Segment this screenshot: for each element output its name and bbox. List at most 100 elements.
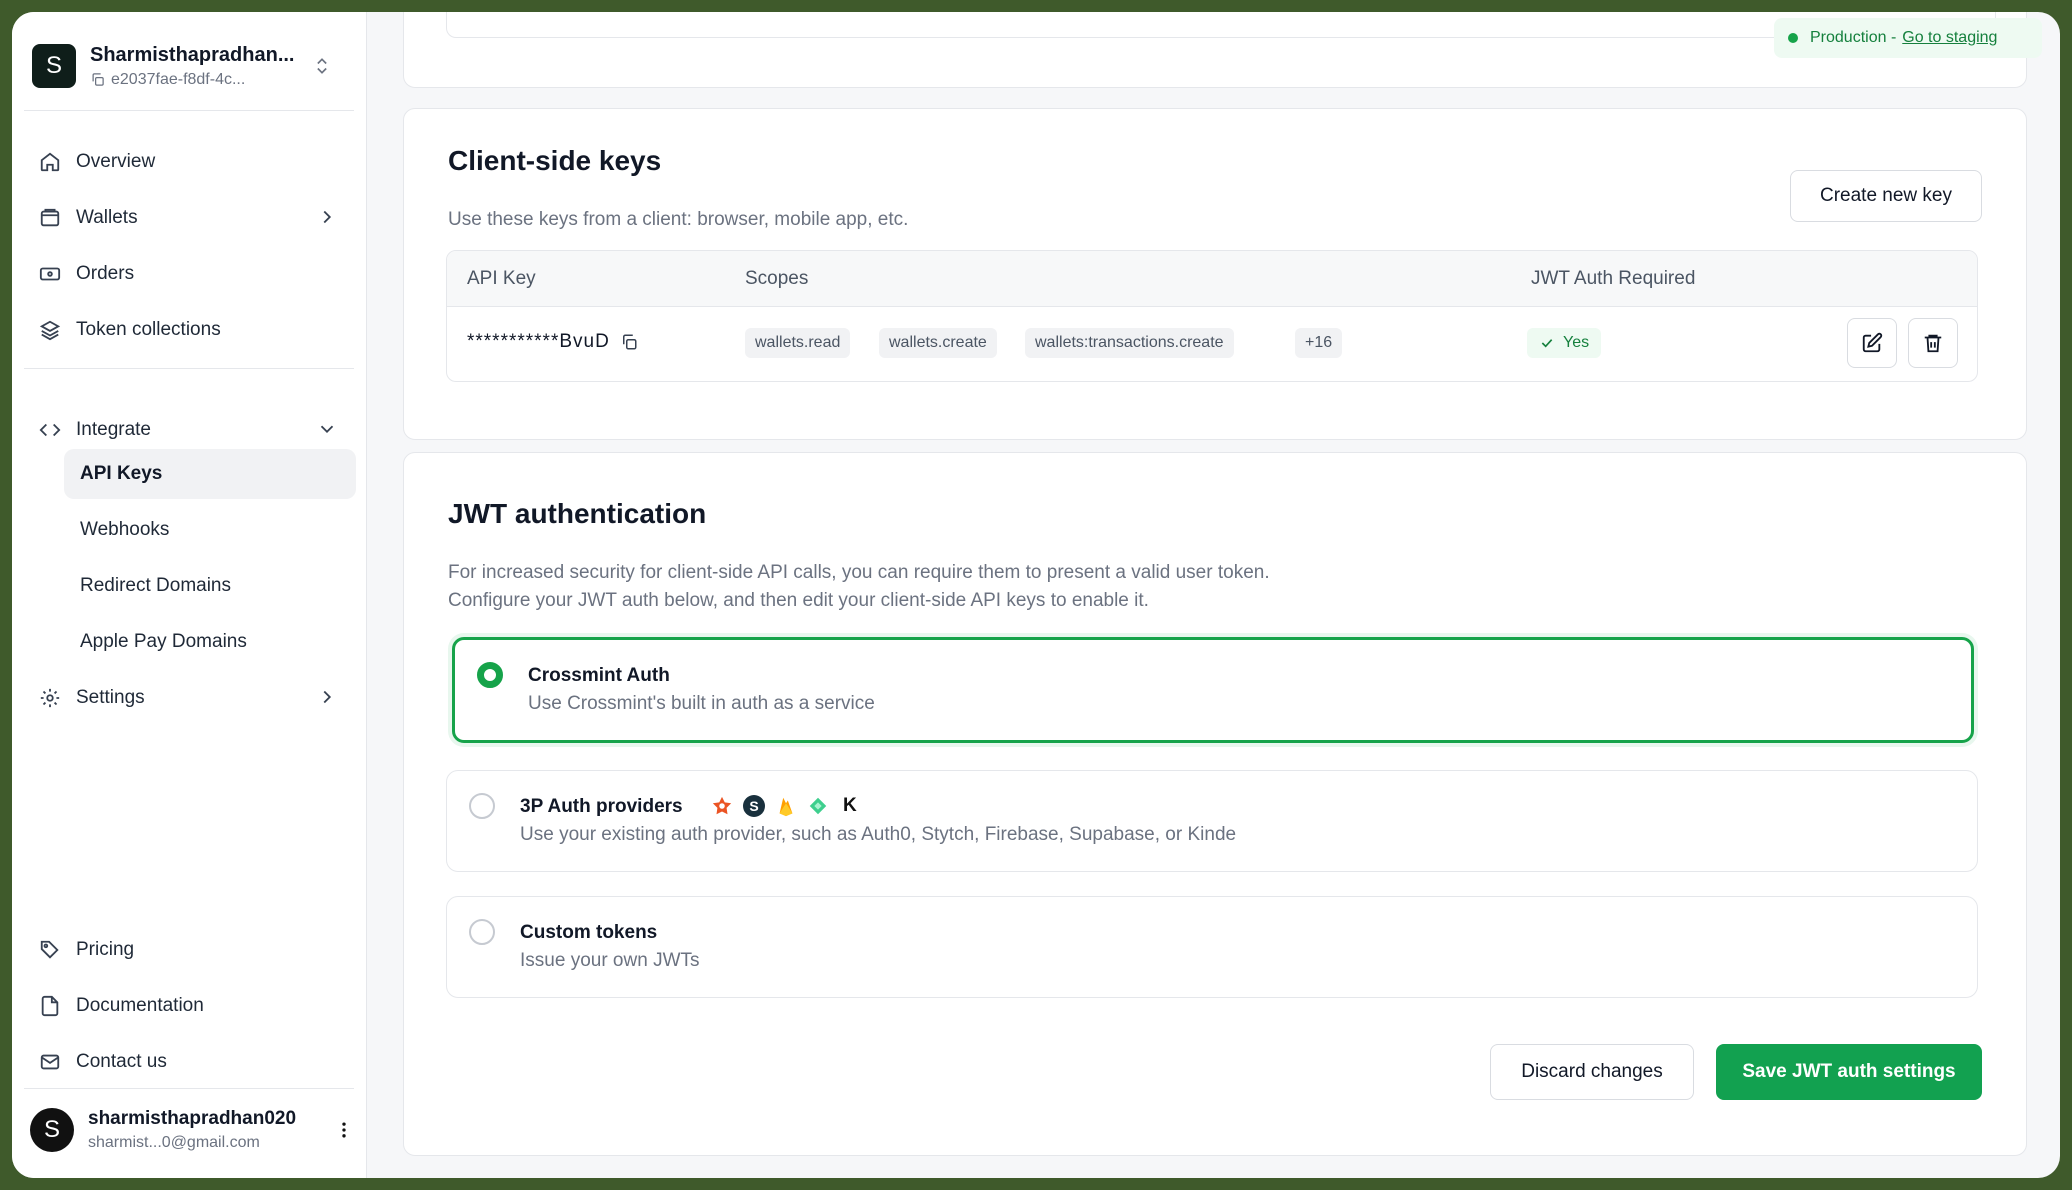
- auth-option-custom-tokens[interactable]: Custom tokens Issue your own JWTs: [446, 896, 1978, 998]
- status-dot: [1788, 33, 1798, 43]
- sidebar-item-wallets[interactable]: Wallets: [38, 194, 368, 242]
- sidebar-item-integrate[interactable]: Integrate: [38, 406, 368, 454]
- sidebar-item-label: Integrate: [76, 419, 151, 440]
- column-header: JWT Auth Required: [1531, 268, 1696, 289]
- chevron-up-down-icon[interactable]: [312, 54, 332, 78]
- sidebar-item-contact[interactable]: Contact us: [38, 1038, 368, 1086]
- table-row: ***********BvuD wallets.read wallets.cre…: [447, 307, 1977, 381]
- org-name: Sharmisthapradhan...: [90, 43, 295, 66]
- scope-more-chip[interactable]: +16: [1295, 328, 1343, 358]
- firebase-icon: [779, 797, 793, 817]
- ticket-icon: [39, 267, 61, 281]
- discard-changes-button[interactable]: Discard changes: [1490, 1044, 1694, 1100]
- environment-badge: Production - Go to staging: [1774, 18, 2042, 58]
- delete-key-button[interactable]: [1908, 318, 1958, 368]
- org-id-row: e2037fae-f8df-4c...: [90, 71, 300, 89]
- column-header: Scopes: [745, 268, 809, 289]
- previous-table-edge: [446, 12, 1996, 38]
- wallet-icon: [40, 208, 60, 227]
- radio-crossmint[interactable]: [477, 662, 503, 688]
- app-window: S Sharmisthapradhan... e2037fae-f8df-4c.…: [12, 12, 2060, 1178]
- tag-icon: [40, 940, 59, 959]
- sidebar: S Sharmisthapradhan... e2037fae-f8df-4c.…: [12, 12, 367, 1178]
- supabase-icon: [809, 797, 827, 815]
- section-description-line2: Configure your JWT auth below, and then …: [448, 590, 1149, 611]
- sidebar-item-label: Contact us: [76, 1051, 167, 1072]
- sidebar-divider: [24, 110, 354, 111]
- copy-icon[interactable]: [620, 333, 638, 351]
- layers-icon: [39, 320, 61, 341]
- section-subtitle: Use these keys from a client: browser, m…: [448, 209, 909, 230]
- sidebar-item-label: Token collections: [76, 319, 221, 340]
- home-icon: [40, 152, 60, 172]
- sidebar-divider: [24, 1088, 354, 1089]
- chevron-right-icon: [323, 690, 332, 704]
- edit-icon: [1862, 332, 1883, 353]
- sidebar-item-documentation[interactable]: Documentation: [38, 982, 368, 1030]
- radio-custom-tokens[interactable]: [469, 919, 495, 945]
- auth-option-3p-providers[interactable]: 3P Auth providers S K Use your existing …: [446, 770, 1978, 872]
- org-switcher[interactable]: S Sharmisthapradhan... e2037fae-f8df-4c.…: [32, 36, 352, 96]
- auth-option-crossmint[interactable]: Crossmint Auth Use Crossmint's built in …: [452, 637, 1974, 743]
- radio-3p-providers[interactable]: [469, 793, 495, 819]
- check-icon: [1541, 339, 1553, 348]
- sidebar-item-apple-pay-domains[interactable]: Apple Pay Domains: [64, 617, 356, 667]
- trash-icon: [1924, 334, 1942, 353]
- option-title: 3P Auth providers: [520, 796, 683, 817]
- status-badge: Yes: [1527, 328, 1602, 358]
- sidebar-item-label: Pricing: [76, 939, 135, 960]
- sidebar-item-settings[interactable]: Settings: [38, 674, 368, 722]
- chevron-down-icon: [320, 425, 334, 434]
- sidebar-item-orders[interactable]: Orders: [38, 250, 368, 298]
- save-jwt-settings-button[interactable]: Save JWT auth settings: [1716, 1044, 1982, 1100]
- section-title: Client-side keys: [448, 145, 662, 176]
- avatar: S: [30, 1108, 74, 1152]
- kinde-icon: K: [843, 795, 857, 816]
- sidebar-item-label: Documentation: [76, 995, 204, 1016]
- section-title: JWT authentication: [448, 498, 707, 529]
- table-header: API Key Scopes JWT Auth Required: [447, 251, 1977, 307]
- sidebar-item-token-collections[interactable]: Token collections: [38, 306, 368, 354]
- column-header: API Key: [467, 268, 536, 289]
- sidebar-item-label: Orders: [76, 263, 135, 284]
- sidebar-item-label: Settings: [76, 687, 145, 708]
- stytch-icon: S: [743, 795, 765, 817]
- scope-chip: wallets:transactions.create: [1025, 328, 1234, 358]
- sidebar-item-redirect-domains[interactable]: Redirect Domains: [64, 561, 356, 611]
- scope-chip: wallets.read: [745, 328, 851, 358]
- provider-logos: S K: [711, 795, 857, 817]
- more-vertical-icon[interactable]: [334, 1118, 354, 1142]
- sidebar-item-api-keys[interactable]: API Keys: [64, 449, 356, 499]
- jwt-required-value: Yes: [1563, 334, 1590, 351]
- user-email: sharmist...0@gmail.com: [88, 1134, 260, 1151]
- code-icon: [39, 423, 61, 437]
- sidebar-item-label: Overview: [76, 151, 156, 172]
- chevron-right-icon: [323, 210, 332, 224]
- auth0-icon: [712, 796, 732, 815]
- option-description: Use your existing auth provider, such as…: [520, 824, 1237, 845]
- option-description: Issue your own JWTs: [520, 950, 700, 971]
- copy-icon[interactable]: [90, 72, 105, 87]
- user-menu[interactable]: S sharmisthapradhan020 sharmist...0@gmai…: [30, 1100, 360, 1160]
- section-description-line1: For increased security for client-side A…: [448, 562, 1270, 583]
- org-avatar: S: [32, 44, 76, 88]
- mail-icon: [40, 1054, 60, 1070]
- api-keys-table: API Key Scopes JWT Auth Required *******…: [446, 250, 1978, 382]
- sidebar-item-overview[interactable]: Overview: [38, 138, 368, 186]
- api-key-value: ***********BvuD: [467, 331, 610, 352]
- sidebar-divider: [24, 368, 354, 369]
- create-new-key-button[interactable]: Create new key: [1790, 170, 1982, 222]
- go-to-staging-link[interactable]: Go to staging: [1902, 29, 1997, 47]
- edit-key-button[interactable]: [1847, 318, 1897, 368]
- scope-chip: wallets.create: [879, 328, 997, 358]
- api-key-cell: ***********BvuD: [467, 331, 638, 353]
- sidebar-item-webhooks[interactable]: Webhooks: [64, 505, 356, 555]
- sidebar-item-pricing[interactable]: Pricing: [38, 926, 368, 974]
- document-icon: [41, 995, 59, 1017]
- org-id: e2037fae-f8df-4c...: [111, 70, 246, 88]
- user-name: sharmisthapradhan020: [88, 1108, 297, 1129]
- option-title: Custom tokens: [520, 922, 658, 943]
- sidebar-item-label: Wallets: [76, 207, 138, 228]
- gear-icon: [40, 688, 60, 708]
- environment-label: Production -: [1810, 29, 1897, 46]
